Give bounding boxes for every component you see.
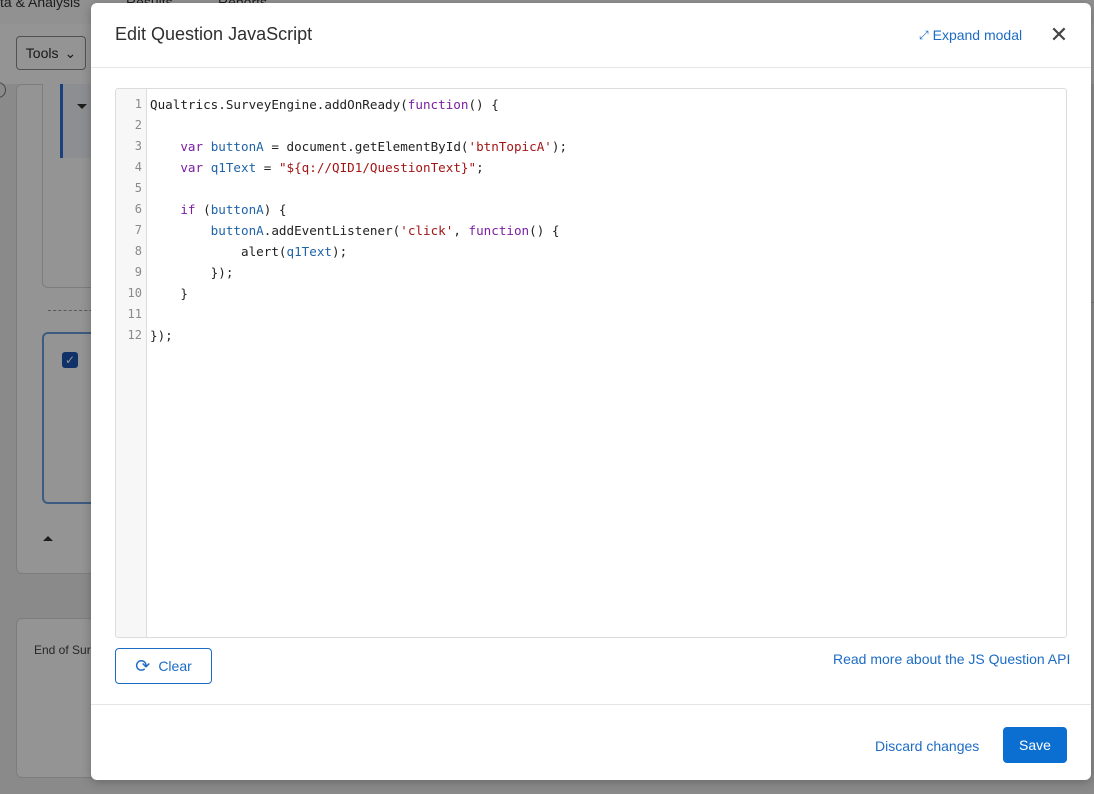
close-icon[interactable]: ✕: [1047, 22, 1071, 47]
expand-modal-label: Expand modal: [932, 27, 1023, 43]
code-line[interactable]: 3 var buttonA = document.getElementById(…: [135, 136, 1066, 157]
code-text[interactable]: buttonA.addEventListener('click', functi…: [150, 220, 560, 241]
edit-javascript-modal: Edit Question JavaScript ⤢ Expand modal …: [91, 3, 1091, 780]
code-line[interactable]: 9 });: [135, 262, 1066, 283]
clear-button[interactable]: ⟳ Clear: [115, 648, 212, 684]
modal-header: Edit Question JavaScript ⤢ Expand modal …: [91, 3, 1091, 68]
modal-title: Edit Question JavaScript: [115, 24, 313, 44]
code-line[interactable]: 2: [135, 115, 1066, 136]
code-line[interactable]: 8 alert(q1Text);: [135, 241, 1066, 262]
code-line[interactable]: 12});: [128, 325, 1066, 346]
code-line[interactable]: 5: [135, 178, 1066, 199]
code-line[interactable]: 10 }: [128, 283, 1066, 304]
line-number: 11: [127, 307, 142, 321]
js-api-docs-link[interactable]: Read more about the JS Question API: [833, 651, 1070, 667]
line-number: 10: [127, 286, 142, 300]
code-text[interactable]: if (buttonA) {: [150, 199, 286, 220]
code-line[interactable]: 6 if (buttonA) {: [135, 199, 1066, 220]
code-text[interactable]: }: [150, 283, 188, 304]
line-number: 7: [134, 223, 142, 237]
line-number: 9: [134, 265, 142, 279]
line-number: 4: [134, 160, 142, 174]
code-text[interactable]: var q1Text = "${q://QID1/QuestionText}";: [150, 157, 483, 178]
code-area[interactable]: 1 Qualtrics.SurveyEngine.addOnReady(funct…: [128, 89, 1066, 637]
line-number: 8: [134, 244, 142, 258]
code-text[interactable]: });: [150, 325, 173, 346]
expand-icon: ⤢: [919, 27, 929, 42]
modal-footer: Discard changes Save: [91, 704, 1091, 781]
refresh-icon: ⟳: [135, 656, 151, 676]
code-line[interactable]: 4 var q1Text = "${q://QID1/QuestionText}…: [135, 157, 1066, 178]
expand-modal-link[interactable]: ⤢ Expand modal: [919, 27, 1022, 43]
code-text[interactable]: alert(q1Text);: [150, 241, 347, 262]
line-number: 3: [134, 139, 142, 153]
line-number: 12: [127, 328, 142, 342]
line-number: 5: [134, 181, 142, 195]
code-text[interactable]: });: [150, 262, 234, 283]
save-button[interactable]: Save: [1003, 727, 1067, 763]
line-number: 6: [134, 202, 142, 216]
code-line[interactable]: 7 buttonA.addEventListener('click', func…: [135, 220, 1066, 241]
code-text[interactable]: var buttonA = document.getElementById('b…: [150, 136, 567, 157]
code-line[interactable]: 11: [128, 304, 1066, 325]
line-number: 1: [134, 97, 142, 111]
code-text[interactable]: Qualtrics.SurveyEngine.addOnReady(functi…: [150, 94, 499, 115]
code-editor[interactable]: 1 Qualtrics.SurveyEngine.addOnReady(funct…: [115, 88, 1067, 638]
clear-label: Clear: [158, 658, 192, 674]
discard-changes-button[interactable]: Discard changes: [875, 738, 979, 754]
code-line[interactable]: 1 Qualtrics.SurveyEngine.addOnReady(funct…: [135, 94, 1066, 115]
line-number: 2: [134, 118, 142, 132]
